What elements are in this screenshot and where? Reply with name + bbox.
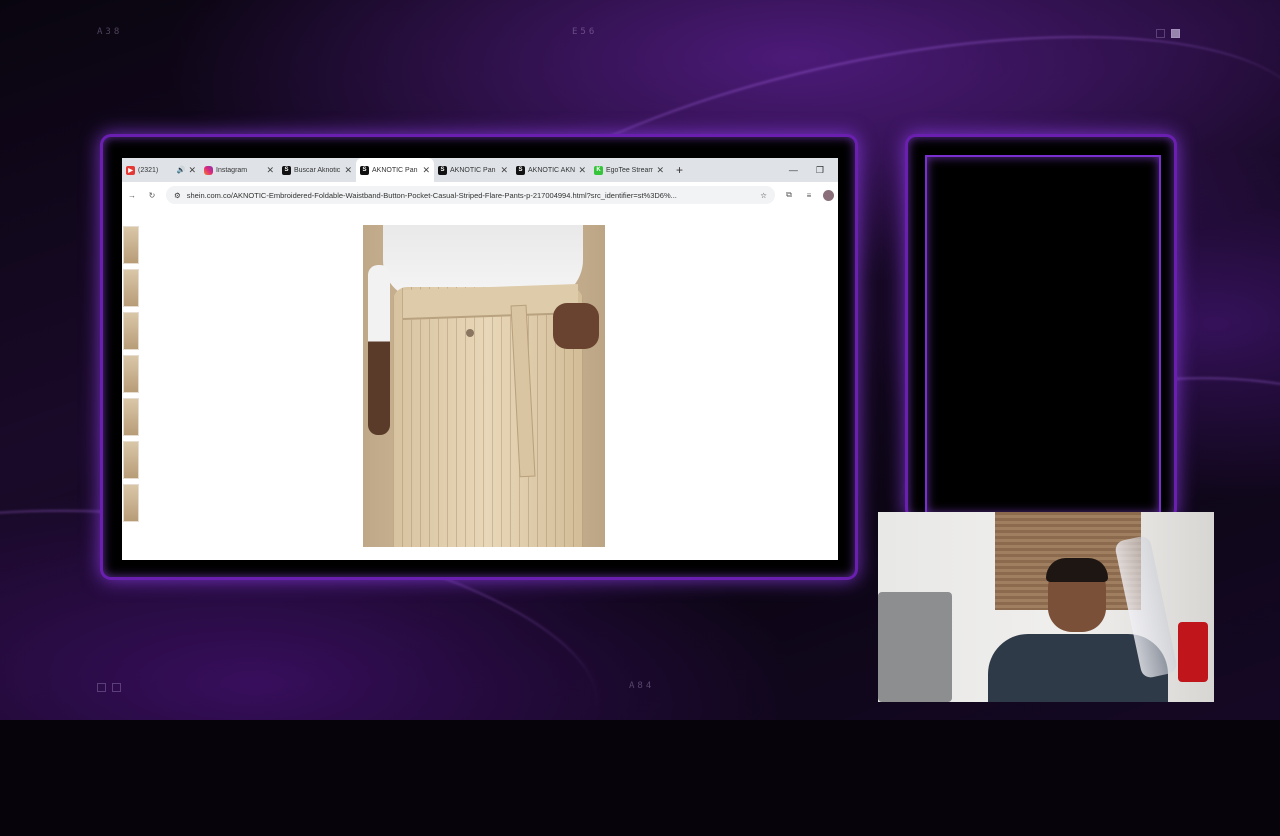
new-tab-button[interactable]: + xyxy=(668,163,691,177)
hud-squares-top-right xyxy=(1156,29,1180,38)
close-icon[interactable]: ✕ xyxy=(344,165,352,176)
tab-title: Instagram xyxy=(216,166,248,174)
webcam-feed xyxy=(878,512,1214,702)
tab-bar: ▶ (2321) 🔊 ✕ Instagram ✕ S Buscar Aknoti… xyxy=(122,158,838,182)
close-icon[interactable]: ✕ xyxy=(500,165,508,176)
hud-label-top-left: A38 xyxy=(97,27,123,37)
tab-instagram[interactable]: Instagram ✕ xyxy=(200,158,278,182)
tab-buscar-aknotic[interactable]: S Buscar Aknotic ✕ xyxy=(278,158,356,182)
instagram-icon xyxy=(204,165,213,175)
page-content xyxy=(122,208,838,560)
shein-icon: S xyxy=(516,165,525,175)
tab-title: AKNOTIC AKN xyxy=(528,166,576,174)
product-thumbnail[interactable] xyxy=(123,312,139,350)
egotee-icon: K xyxy=(594,165,603,175)
product-thumbnail[interactable] xyxy=(123,355,139,393)
tab-egotee[interactable]: K EgoTee Stream ✕ xyxy=(590,158,668,182)
bookmark-star-icon[interactable]: ☆ xyxy=(760,191,767,200)
shein-icon: S xyxy=(360,165,369,175)
hud-squares-bottom-left xyxy=(97,683,121,692)
toolbar: → ↻ ⚙ shein.com.co/AKNOTIC-Embroidered-F… xyxy=(122,182,838,209)
hud-label-bottom-center: A84 xyxy=(629,681,655,691)
tab-title: Buscar Aknotic xyxy=(294,166,341,174)
close-icon[interactable]: ✕ xyxy=(266,165,274,176)
hud-label-top-center: E56 xyxy=(572,27,598,37)
camera-frame xyxy=(908,137,1174,517)
tab-title: AKNOTIC Pan xyxy=(450,166,496,174)
youtube-icon: ▶ xyxy=(126,165,135,175)
minimize-icon[interactable]: — xyxy=(789,165,798,175)
tab-aknotic-3[interactable]: S AKNOTIC AKN ✕ xyxy=(512,158,590,182)
window-controls: — ❐ xyxy=(789,158,824,182)
audio-icon[interactable]: 🔊 xyxy=(177,166,186,174)
close-icon[interactable]: ✕ xyxy=(188,165,196,176)
extensions-icon[interactable]: ⧉ xyxy=(783,190,795,200)
tab-title: AKNOTIC Pan xyxy=(372,166,418,174)
close-icon[interactable]: ✕ xyxy=(422,165,430,176)
profile-avatar[interactable] xyxy=(823,189,834,201)
forward-icon[interactable]: → xyxy=(126,191,138,200)
close-icon[interactable]: ✕ xyxy=(656,165,664,176)
tab-aknotic-active[interactable]: S AKNOTIC Pan ✕ xyxy=(356,158,434,182)
tab-aknotic-2[interactable]: S AKNOTIC Pan ✕ xyxy=(434,158,512,182)
tab-title: EgoTee Stream xyxy=(606,166,654,174)
product-thumbnail[interactable] xyxy=(123,484,139,522)
reading-list-icon[interactable]: ≡ xyxy=(803,191,815,200)
url-text: shein.com.co/AKNOTIC-Embroidered-Foldabl… xyxy=(186,190,677,200)
product-thumbnail[interactable] xyxy=(123,441,139,479)
close-icon[interactable]: ✕ xyxy=(578,165,586,176)
tab-title: (2321) xyxy=(138,166,159,174)
tab-youtube[interactable]: ▶ (2321) 🔊 ✕ xyxy=(122,158,200,182)
camera-slot xyxy=(925,155,1161,515)
product-thumbnail[interactable] xyxy=(123,269,139,307)
product-thumbnail[interactable] xyxy=(123,226,139,264)
address-bar[interactable]: ⚙ shein.com.co/AKNOTIC-Embroidered-Folda… xyxy=(166,186,775,204)
browser-window: ▶ (2321) 🔊 ✕ Instagram ✕ S Buscar Aknoti… xyxy=(122,158,838,560)
reload-icon[interactable]: ↻ xyxy=(146,191,158,200)
shein-icon: S xyxy=(282,165,291,175)
restore-icon[interactable]: ❐ xyxy=(816,165,824,176)
site-info-icon[interactable]: ⚙ xyxy=(174,191,181,200)
product-image[interactable] xyxy=(363,225,605,547)
shein-icon: S xyxy=(438,165,447,175)
product-thumbnail[interactable] xyxy=(123,398,139,436)
thumbnail-strip xyxy=(123,226,139,527)
